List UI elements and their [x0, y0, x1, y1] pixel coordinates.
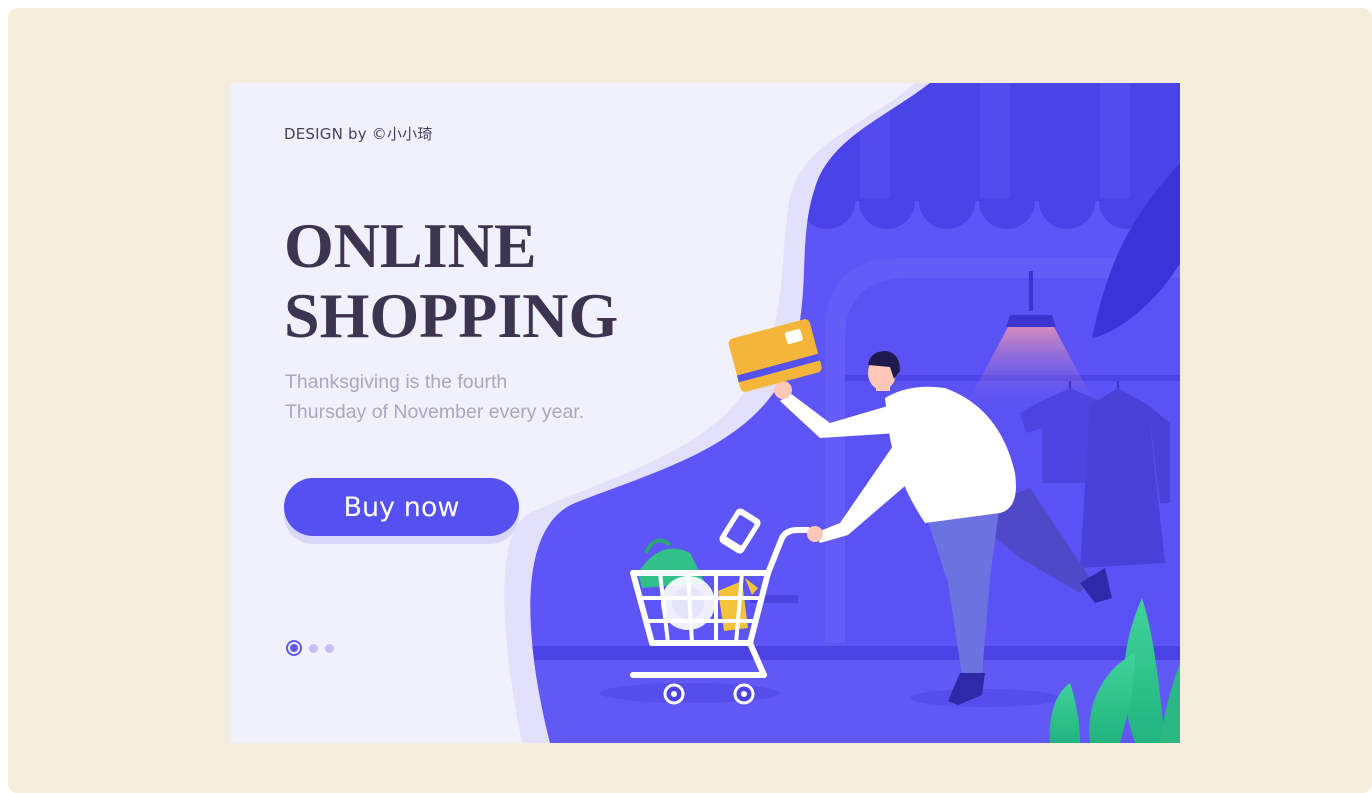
- title-line-2: SHOPPING: [284, 280, 619, 351]
- subtitle: Thanksgiving is the fourth Thursday of N…: [285, 367, 584, 427]
- subtitle-line-1: Thanksgiving is the fourth: [285, 371, 508, 393]
- hero-banner: DESIGN by ©小小琦 ONLINE SHOPPING Thanksgiv…: [230, 83, 1180, 743]
- carousel-indicator: [286, 640, 334, 656]
- title-line-1: ONLINE: [284, 210, 537, 281]
- page-title: ONLINE SHOPPING: [284, 211, 618, 351]
- design-credit: DESIGN by ©小小琦: [284, 125, 433, 143]
- carousel-dot-2[interactable]: [309, 643, 318, 653]
- subtitle-line-2: Thursday of November every year.: [285, 401, 585, 423]
- carousel-dot-1[interactable]: [286, 640, 302, 656]
- page-frame: DESIGN by ©小小琦 ONLINE SHOPPING Thanksgiv…: [8, 8, 1372, 793]
- buy-now-button[interactable]: Buy now: [284, 478, 519, 536]
- store-awning-icon: [790, 83, 1180, 229]
- carousel-dot-3[interactable]: [325, 643, 334, 653]
